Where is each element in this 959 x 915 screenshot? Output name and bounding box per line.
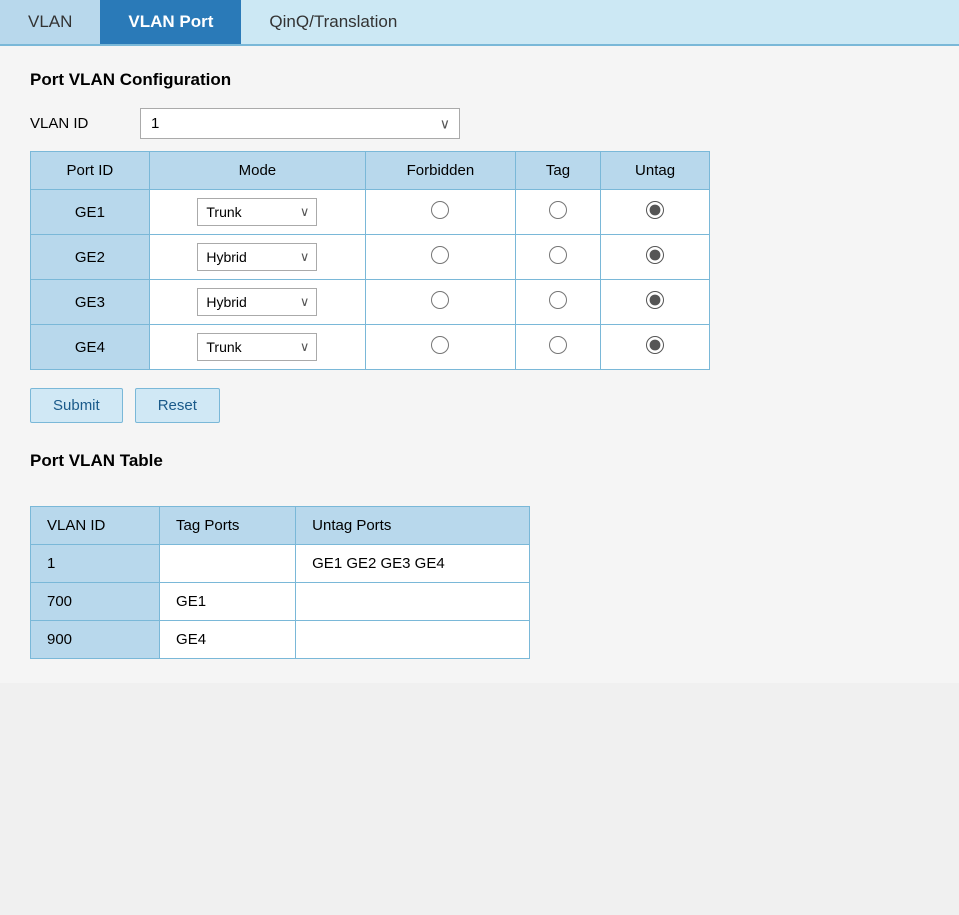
untag-cell-ge4	[601, 325, 710, 370]
config-section-title: Port VLAN Configuration	[30, 70, 929, 90]
radio-forbidden-ge1[interactable]	[431, 201, 449, 219]
button-row: Submit Reset	[30, 388, 929, 423]
forbidden-cell-ge2	[365, 235, 515, 280]
vlan-table-row: 700GE1	[31, 583, 530, 621]
vlan-id-select[interactable]: 1 700 900	[140, 108, 460, 139]
mode-select-ge3[interactable]: AccessTrunkHybrid	[197, 288, 317, 316]
radio-untag-ge2[interactable]	[646, 246, 664, 264]
radio-forbidden-ge3[interactable]	[431, 291, 449, 309]
untag-cell-ge3	[601, 280, 710, 325]
config-table: Port ID Mode Forbidden Tag Untag GE1 Acce…	[30, 151, 710, 370]
tag-cell-ge4	[515, 325, 600, 370]
vlan-untag-ports	[296, 621, 530, 659]
vlan-id-row: VLAN ID 1 700 900	[30, 108, 929, 139]
vlan-table-col-id: VLAN ID	[31, 507, 160, 545]
radio-untag-ge3[interactable]	[646, 291, 664, 309]
tag-cell-ge2	[515, 235, 600, 280]
vlan-table-col-tag: Tag Ports	[160, 507, 296, 545]
mode-cell: AccessTrunkHybrid	[149, 280, 365, 325]
col-forbidden: Forbidden	[365, 152, 515, 190]
radio-forbidden-ge2[interactable]	[431, 246, 449, 264]
reset-button[interactable]: Reset	[135, 388, 220, 423]
forbidden-cell-ge1	[365, 190, 515, 235]
vlan-tag-ports: GE4	[160, 621, 296, 659]
radio-tag-ge3[interactable]	[549, 291, 567, 309]
port-id-cell: GE1	[31, 190, 150, 235]
radio-tag-ge4[interactable]	[549, 336, 567, 354]
vlan-id-select-wrapper: 1 700 900	[140, 108, 460, 139]
vlan-tag-ports: GE1	[160, 583, 296, 621]
vlan-table-col-untag: Untag Ports	[296, 507, 530, 545]
col-untag: Untag	[601, 152, 710, 190]
radio-untag-ge1[interactable]	[646, 201, 664, 219]
vlan-tag-ports	[160, 545, 296, 583]
col-mode: Mode	[149, 152, 365, 190]
tab-bar: VLAN VLAN Port QinQ/Translation	[0, 0, 959, 46]
vlan-table-row: 1 GE1 GE2 GE3 GE4	[31, 545, 530, 583]
forbidden-cell-ge3	[365, 280, 515, 325]
tab-qinq[interactable]: QinQ/Translation	[241, 0, 425, 44]
vlan-untag-ports	[296, 583, 530, 621]
port-id-cell: GE3	[31, 280, 150, 325]
port-id-cell: GE2	[31, 235, 150, 280]
col-tag: Tag	[515, 152, 600, 190]
mode-select-ge2[interactable]: AccessTrunkHybrid	[197, 243, 317, 271]
vlan-id-label: VLAN ID	[30, 115, 120, 132]
mode-select-ge4[interactable]: AccessTrunkHybrid	[197, 333, 317, 361]
radio-forbidden-ge4[interactable]	[431, 336, 449, 354]
radio-tag-ge2[interactable]	[549, 246, 567, 264]
submit-button[interactable]: Submit	[30, 388, 123, 423]
radio-untag-ge4[interactable]	[646, 336, 664, 354]
mode-select-ge1[interactable]: AccessTrunkHybrid	[197, 198, 317, 226]
col-port-id: Port ID	[31, 152, 150, 190]
port-id-cell: GE4	[31, 325, 150, 370]
mode-cell: AccessTrunkHybrid	[149, 235, 365, 280]
tab-vlan[interactable]: VLAN	[0, 0, 100, 44]
vlan-table: VLAN ID Tag Ports Untag Ports 1 GE1 GE2 G…	[30, 506, 530, 659]
untag-cell-ge1	[601, 190, 710, 235]
vlan-table-title: Port VLAN Table	[30, 451, 929, 471]
tag-cell-ge3	[515, 280, 600, 325]
tab-vlan-port[interactable]: VLAN Port	[100, 0, 241, 44]
vlan-untag-ports: GE1 GE2 GE3 GE4	[296, 545, 530, 583]
radio-tag-ge1[interactable]	[549, 201, 567, 219]
mode-cell: AccessTrunkHybrid	[149, 325, 365, 370]
vlan-id-value: 1	[31, 545, 160, 583]
main-content: Port VLAN Configuration VLAN ID 1 700 90…	[0, 46, 959, 683]
vlan-table-row: 900GE4	[31, 621, 530, 659]
vlan-id-value: 700	[31, 583, 160, 621]
vlan-id-value: 900	[31, 621, 160, 659]
mode-cell: AccessTrunkHybrid	[149, 190, 365, 235]
tag-cell-ge1	[515, 190, 600, 235]
forbidden-cell-ge4	[365, 325, 515, 370]
untag-cell-ge2	[601, 235, 710, 280]
